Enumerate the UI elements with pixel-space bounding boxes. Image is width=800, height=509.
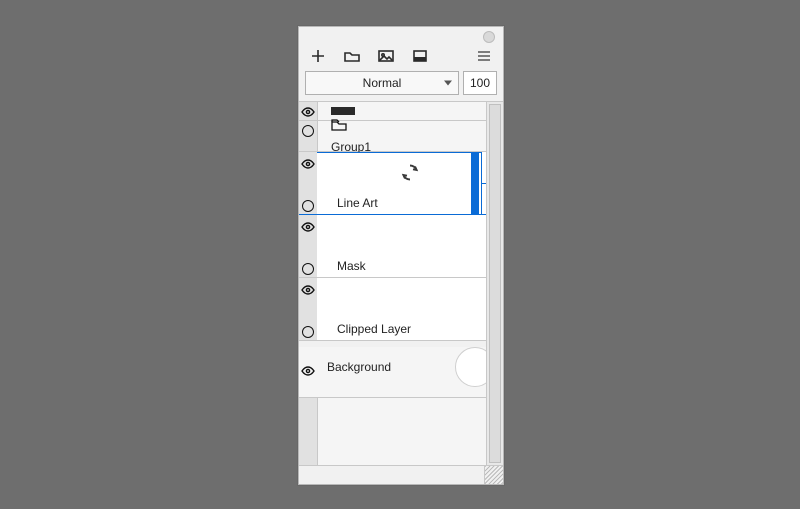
layer-row-group[interactable]: Group1	[299, 121, 503, 152]
drag-handle[interactable]	[471, 152, 479, 214]
layer-label: Line Art	[337, 196, 378, 210]
layer-thumb-icon	[331, 107, 355, 115]
layers-panel: Normal 100 Group1	[298, 26, 504, 485]
new-layer-button[interactable]	[307, 47, 329, 65]
blend-row: Normal 100	[299, 71, 503, 101]
blend-mode-select[interactable]: Normal	[305, 71, 459, 95]
panel-footer	[299, 465, 503, 484]
selection-ring-icon[interactable]	[302, 125, 314, 137]
visibility-eye-icon[interactable]	[301, 365, 315, 379]
layer-label: Background	[327, 360, 391, 374]
layer-row-clipped[interactable]: Clipped Layer	[299, 278, 503, 341]
folder-icon	[331, 119, 347, 134]
new-image-layer-button[interactable]	[375, 47, 397, 65]
selection-ring-icon[interactable]	[302, 263, 314, 275]
layer-row-fragment[interactable]	[299, 102, 503, 121]
layer-row-background[interactable]: Background	[299, 341, 503, 398]
layer-row-mask[interactable]: Mask	[299, 215, 503, 278]
visibility-eye-icon[interactable]	[301, 106, 315, 120]
panel-menu-button[interactable]	[473, 47, 495, 65]
opacity-value: 100	[470, 76, 490, 90]
visibility-eye-icon[interactable]	[301, 221, 315, 235]
layer-label: Clipped Layer	[337, 322, 411, 336]
visibility-eye-icon[interactable]	[301, 158, 315, 172]
resize-grip-icon[interactable]	[484, 466, 503, 484]
selection-ring-icon[interactable]	[302, 326, 314, 338]
blend-mode-value: Normal	[363, 76, 402, 90]
selection-ring-icon[interactable]	[302, 200, 314, 212]
chevron-down-icon	[444, 81, 452, 86]
layer-list: Group1 Line Art	[299, 101, 503, 465]
layer-mask-button[interactable]	[409, 47, 431, 65]
layer-row-lineart[interactable]: Line Art	[299, 152, 503, 215]
panel-header	[299, 27, 503, 43]
layers-toolbar	[299, 43, 503, 71]
new-folder-button[interactable]	[341, 47, 363, 65]
loading-spinner-icon	[401, 164, 419, 185]
panel-state-dot-icon	[483, 31, 495, 43]
visibility-eye-icon[interactable]	[301, 284, 315, 298]
opacity-input[interactable]: 100	[463, 71, 497, 95]
layer-label: Mask	[337, 259, 366, 273]
vertical-scrollbar[interactable]	[486, 102, 503, 465]
